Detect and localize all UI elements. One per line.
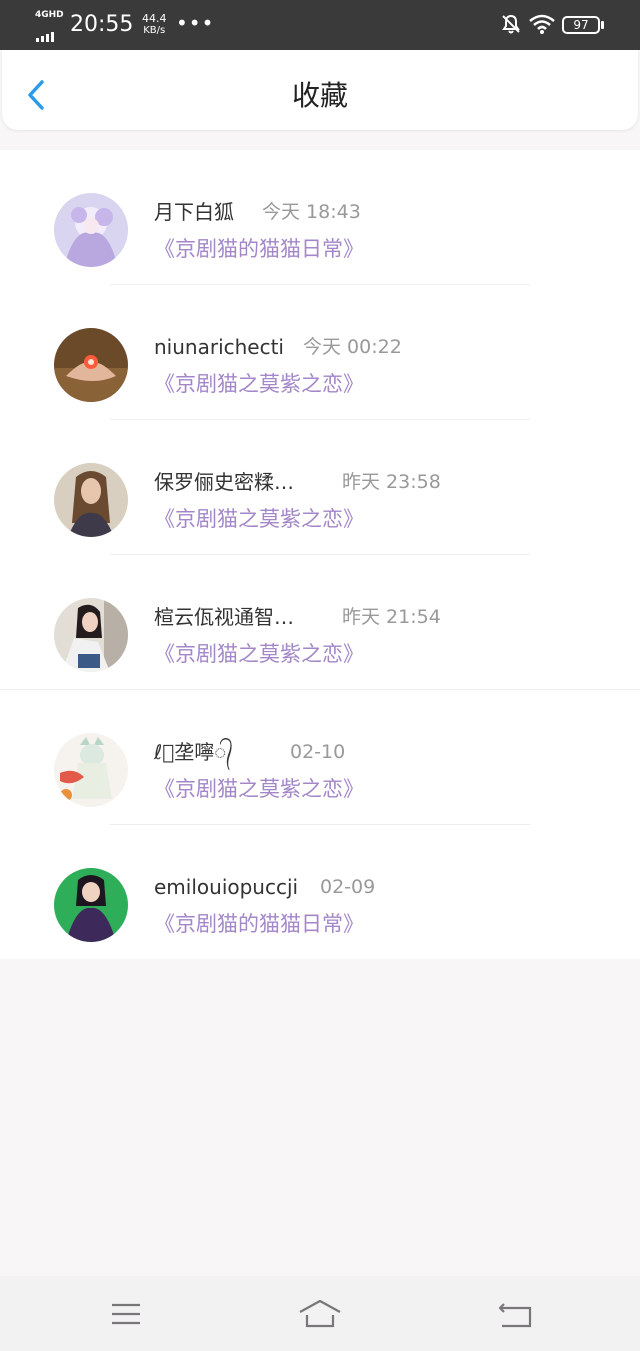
favorite-time: 今天 18:43 — [262, 201, 361, 223]
work-title-link[interactable]: 《京剧猫的猫猫日常》 — [154, 234, 364, 264]
network-speed-unit: KB/s — [143, 25, 166, 36]
network-speed-value: 44.4 — [142, 12, 167, 25]
work-title-link[interactable]: 《京剧猫之莫紫之恋》 — [154, 369, 364, 399]
avatar[interactable] — [54, 328, 128, 402]
favorite-item[interactable]: 月下白狐 今天 18:43 《京剧猫的猫猫日常》 — [0, 150, 640, 285]
work-title-link[interactable]: 《京剧猫之莫紫之恋》 — [154, 774, 364, 804]
favorites-list: 月下白狐 今天 18:43 《京剧猫的猫猫日常》 niunarichecti 今… — [0, 150, 640, 959]
wifi-icon — [529, 14, 555, 34]
user-name: 月下白狐 — [154, 200, 234, 224]
avatar[interactable] — [54, 868, 128, 942]
favorite-time: 今天 00:22 — [303, 336, 402, 358]
user-name: niunarichecti — [154, 335, 284, 359]
favorite-item[interactable]: niunarichecti 今天 00:22 《京剧猫之莫紫之恋》 — [0, 285, 640, 420]
status-bar: 4GHD 20:55 44.4 KB/s ••• 97 — [0, 0, 640, 50]
more-notifications-icon: ••• — [176, 11, 215, 35]
battery-icon: 97 — [562, 16, 604, 34]
favorites-screen: 4GHD 20:55 44.4 KB/s ••• 97 收藏 月下白狐 今天 1… — [0, 0, 640, 1351]
app-header: 收藏 — [2, 50, 638, 130]
menu-icon[interactable] — [106, 1298, 146, 1330]
network-speed: 44.4 KB/s — [142, 13, 167, 37]
user-name: emilouiopuccji — [154, 875, 299, 899]
signal-icon — [36, 23, 56, 42]
avatar[interactable] — [54, 193, 128, 267]
work-title-link[interactable]: 《京剧猫之莫紫之恋》 — [154, 639, 364, 669]
bell-muted-icon — [502, 14, 520, 34]
favorite-item[interactable]: 楦云佤视通智… 昨天 21:54 《京剧猫之莫紫之恋》 — [0, 555, 640, 690]
favorite-time: 02-10 — [290, 741, 346, 763]
battery-level: 97 — [562, 16, 600, 34]
clock: 20:55 — [70, 12, 134, 37]
avatar[interactable] — [54, 733, 128, 807]
system-nav-bar — [0, 1276, 640, 1351]
home-icon[interactable] — [298, 1298, 342, 1330]
work-title-link[interactable]: 《京剧猫之莫紫之恋》 — [154, 504, 364, 534]
user-name: 楦云佤视通智… — [154, 605, 294, 629]
avatar[interactable] — [54, 463, 128, 537]
favorite-item[interactable]: emilouiopuccji 02-09 《京剧猫的猫猫日常》 — [0, 825, 640, 959]
page-title: 收藏 — [291, 79, 348, 112]
favorite-time: 昨天 21:54 — [342, 606, 441, 628]
favorite-time: 02-09 — [320, 876, 376, 898]
user-name: 保罗俪史密糅… — [154, 470, 294, 494]
work-title-link[interactable]: 《京剧猫的猫猫日常》 — [154, 909, 364, 939]
favorite-item[interactable]: ℓ᭄垄嚀᭄ 02-10 《京剧猫之莫紫之恋》 — [0, 690, 640, 825]
avatar[interactable] — [54, 598, 128, 672]
network-type: 4GHD — [35, 10, 64, 20]
user-name: ℓ᭄垄嚀᭄ — [154, 740, 234, 764]
favorite-time: 昨天 23:58 — [342, 471, 441, 493]
favorite-item[interactable]: 保罗俪史密糅… 昨天 23:58 《京剧猫之莫紫之恋》 — [0, 420, 640, 555]
back-arrow-icon[interactable] — [496, 1298, 536, 1330]
